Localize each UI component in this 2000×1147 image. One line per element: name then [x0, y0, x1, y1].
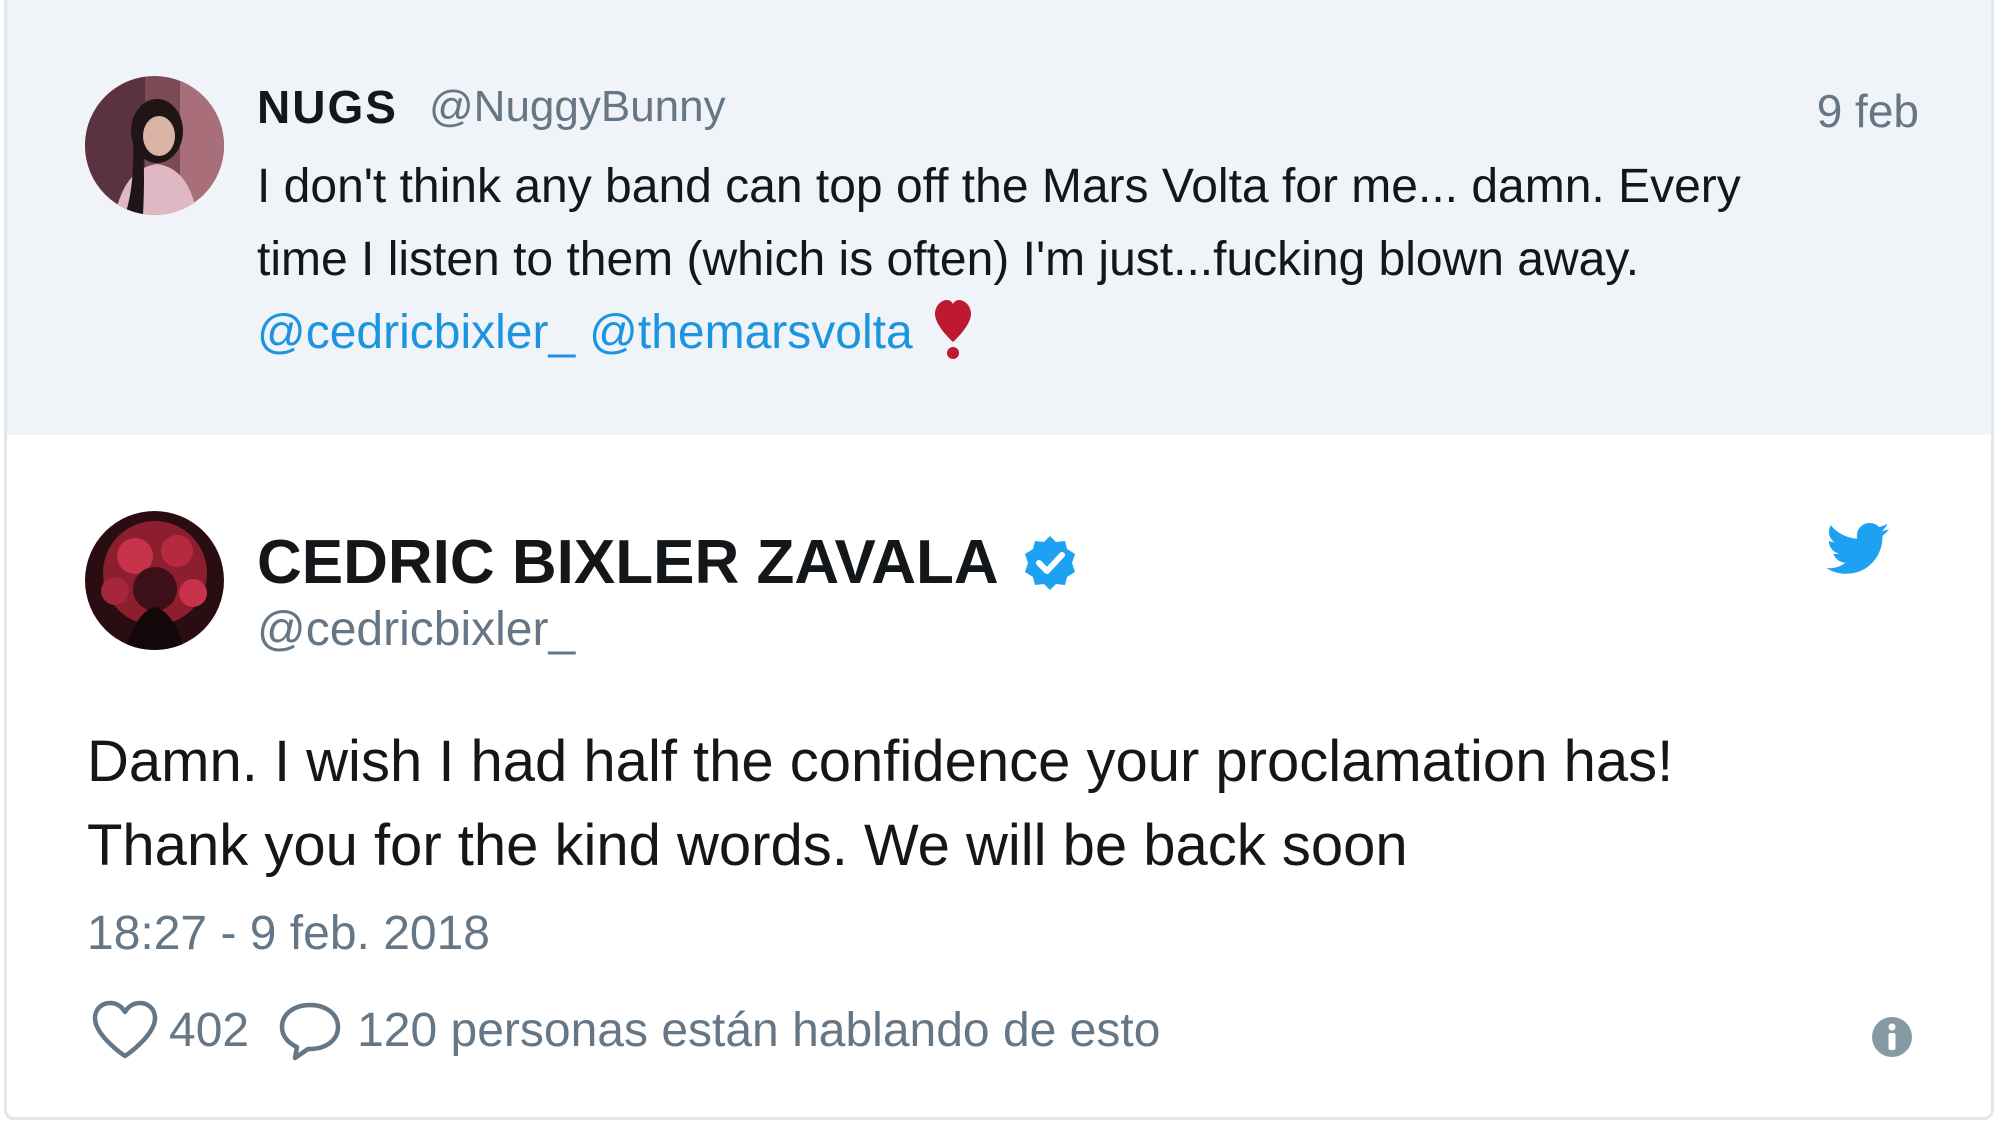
tweet-text: Damn. I wish I had half the confidence y…: [87, 720, 1947, 888]
parent-text-line: time I listen to them (which is often) I…: [257, 233, 1640, 286]
parent-tweet[interactable]: NUGS @NuggyBunny 9 feb I don't think any…: [7, 0, 1991, 435]
parent-text-line: I don't think any band can top off the M…: [257, 160, 1741, 213]
author-name-text[interactable]: CEDRIC BIXLER ZAVALA: [257, 528, 999, 598]
info-icon[interactable]: [1871, 1016, 1913, 1058]
tweet-text-line: Damn. I wish I had half the confidence y…: [87, 729, 1674, 794]
author-display-name[interactable]: CEDRIC BIXLER ZAVALA: [257, 528, 1079, 598]
speech-bubble-icon[interactable]: [277, 1000, 343, 1062]
parent-tweet-text: I don't think any band can top off the M…: [257, 150, 1947, 381]
verified-badge-icon: [1021, 534, 1079, 592]
like-count[interactable]: 402: [169, 1001, 249, 1061]
heart-icon[interactable]: [91, 1000, 159, 1062]
conversation-count-text[interactable]: 120 personas están hablando de esto: [357, 1001, 1160, 1061]
tweet-text-line: Thank you for the kind words. We will be…: [87, 813, 1408, 878]
conversation-link[interactable]: 120 personas están hablando de esto: [277, 1000, 1160, 1062]
tweet-actions: 402 120 personas están hablando de esto: [91, 1000, 1160, 1062]
author-avatar[interactable]: [85, 511, 224, 650]
parent-avatar[interactable]: [85, 76, 224, 215]
parent-date[interactable]: 9 feb: [1817, 84, 1919, 138]
parent-display-name[interactable]: NUGS: [257, 80, 398, 134]
mention-link-cedricbixler[interactable]: @cedricbixler_: [257, 306, 575, 359]
heavy-heart-exclamation-icon: [933, 298, 973, 381]
author-handle[interactable]: @cedricbixler_: [257, 600, 575, 660]
mention-link-themarsvolta[interactable]: @themarsvolta: [589, 306, 913, 359]
tweet-timestamp[interactable]: 18:27 - 9 feb. 2018: [87, 904, 490, 964]
parent-mentions-line: @cedricbixler_ @themarsvolta: [257, 296, 1947, 381]
embedded-tweet-card: NUGS @NuggyBunny 9 feb I don't think any…: [4, 0, 1994, 1120]
like-button[interactable]: 402: [91, 1000, 277, 1062]
parent-handle[interactable]: @NuggyBunny: [429, 80, 726, 134]
twitter-bird-icon[interactable]: [1825, 522, 1891, 582]
